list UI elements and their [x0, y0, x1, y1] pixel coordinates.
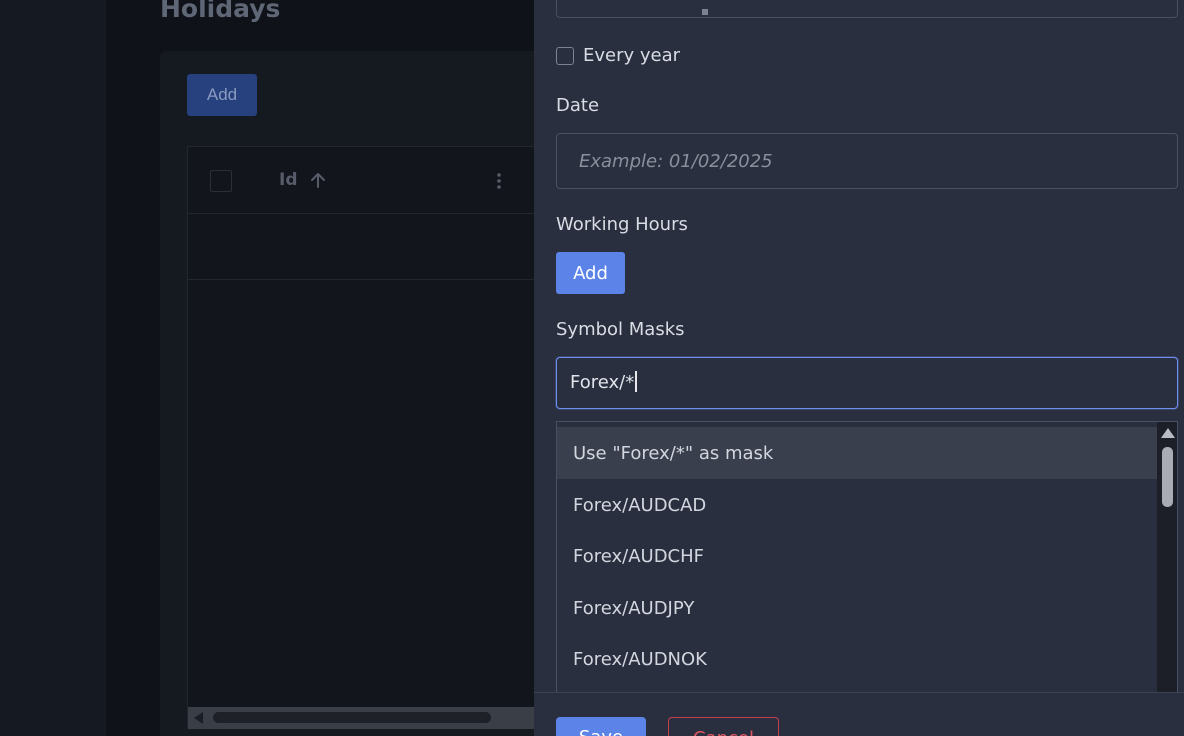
every-year-label: Every year	[583, 45, 681, 66]
every-year-checkbox[interactable]	[556, 46, 574, 65]
symbol-mask-value: Forex/*	[570, 372, 635, 393]
dropdown-option[interactable]: Forex/AUDCHF	[557, 530, 1157, 582]
drawer-footer: Save Cancel	[534, 692, 1184, 736]
holiday-edit-drawer: Every year Date Working Hours Add Symbol…	[534, 0, 1184, 736]
date-input[interactable]	[556, 133, 1178, 189]
dropdown-option[interactable]: Forex/AUDJPY	[557, 582, 1157, 634]
symbol-masks-label: Symbol Masks	[556, 319, 685, 340]
every-year-checkbox-row[interactable]: Every year	[556, 45, 680, 66]
input-text-fragment	[702, 9, 708, 15]
symbol-mask-input[interactable]: Forex/*	[556, 357, 1178, 409]
dropdown-scroll-thumb[interactable]	[1162, 447, 1173, 507]
scroll-up-arrow-icon[interactable]	[1161, 428, 1175, 438]
column-menu-icon[interactable]	[495, 172, 503, 190]
dropdown-scrollbar[interactable]	[1157, 422, 1177, 692]
table-row	[188, 214, 546, 280]
cancel-button[interactable]: Cancel	[668, 717, 779, 736]
working-hours-label: Working Hours	[556, 214, 688, 235]
dropdown-option-use-as-mask[interactable]: Use "Forex/*" as mask	[557, 427, 1157, 479]
date-label: Date	[556, 95, 600, 116]
grid-header: Id	[188, 147, 546, 214]
add-holiday-button[interactable]: Add	[187, 74, 257, 116]
column-header-id[interactable]: Id	[279, 170, 298, 190]
horizontal-scrollbar[interactable]	[188, 707, 546, 729]
left-sidebar	[0, 0, 106, 736]
dropdown-option[interactable]: Forex/AUDCAD	[557, 479, 1157, 531]
page-title: Holidays	[160, 0, 281, 23]
sort-ascending-icon[interactable]	[310, 171, 326, 189]
select-all-checkbox[interactable]	[210, 170, 232, 192]
add-working-hours-button[interactable]: Add	[556, 252, 625, 294]
holidays-grid: Id	[187, 146, 547, 729]
dropdown-option[interactable]: Forex/AUDNOK	[557, 633, 1157, 685]
symbol-mask-dropdown: Use "Forex/*" as mask Forex/AUDCAD Forex…	[556, 421, 1178, 693]
scroll-left-arrow-icon[interactable]	[194, 712, 203, 724]
name-input[interactable]	[556, 0, 1178, 18]
horizontal-scroll-thumb[interactable]	[213, 712, 491, 723]
save-button[interactable]: Save	[556, 717, 646, 736]
text-caret	[635, 371, 637, 392]
